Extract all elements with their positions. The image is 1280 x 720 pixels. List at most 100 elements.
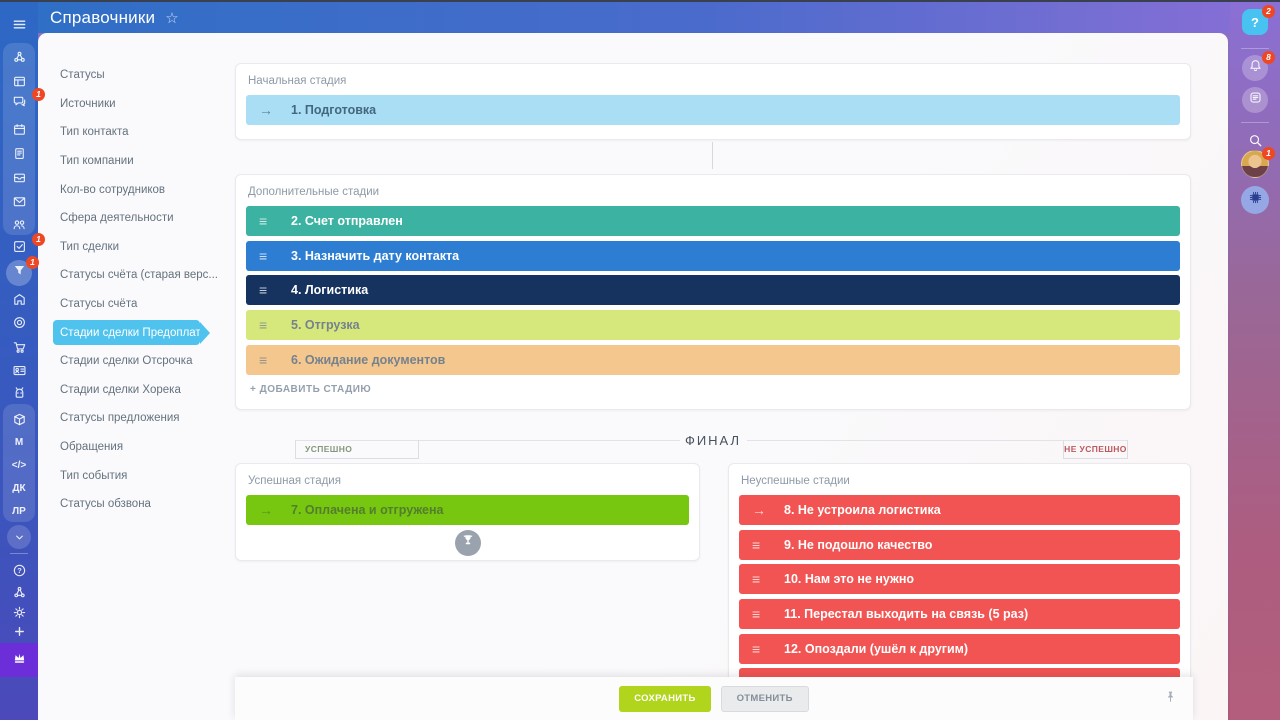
top-bar: Справочники ☆ xyxy=(0,2,1280,33)
stage-label: 9. Не подошло качество xyxy=(784,538,932,552)
stage-bar[interactable]: ≡ 12. Опоздали (ушёл к другим) xyxy=(739,634,1180,664)
drag-handle-icon[interactable]: ≡ xyxy=(259,248,279,264)
pin-icon[interactable] xyxy=(1164,689,1177,709)
stage-bar[interactable]: → 7. Оплачена и отгружена xyxy=(246,495,689,525)
add-stage-button[interactable]: + ДОБАВИТЬ СТАДИЮ xyxy=(250,384,371,395)
bell-icon xyxy=(1248,58,1263,78)
calendar-icon[interactable] xyxy=(0,117,38,141)
menu-item-label: Стадии сделки Предоплата xyxy=(60,327,207,339)
warehouse-icon[interactable] xyxy=(0,287,38,311)
menu-item-label: Обращения xyxy=(60,441,123,453)
menu-item[interactable]: Сфера деятельности xyxy=(53,204,200,233)
contacts-icon[interactable] xyxy=(0,212,38,236)
m-logo-icon[interactable]: M xyxy=(0,430,38,454)
chevron-glyph xyxy=(7,525,31,549)
help-badge: 2 xyxy=(1262,5,1275,18)
cart-icon[interactable] xyxy=(0,335,38,359)
stage-bar[interactable]: ≡ 6. Ожидание документов xyxy=(246,345,1180,375)
menu-item[interactable]: Обращения xyxy=(53,433,200,462)
board-icon[interactable] xyxy=(0,69,38,93)
chip-button[interactable] xyxy=(1230,188,1280,212)
menu-item-label: Тип события xyxy=(60,470,127,482)
tab-fail[interactable]: НЕ УСПЕШНО xyxy=(1063,440,1128,459)
rail-divider xyxy=(10,553,28,554)
crown-upgrade-button[interactable] xyxy=(0,643,38,677)
mail-icon[interactable] xyxy=(0,189,38,213)
menu-item[interactable]: Статусы xyxy=(53,61,200,90)
stage-bar[interactable]: ≡ 2. Счет отправлен xyxy=(246,206,1180,236)
menu-item[interactable]: Статусы счёта xyxy=(53,290,200,319)
menu-item[interactable]: Тип компании xyxy=(53,147,200,176)
stage-handle-icon[interactable]: → xyxy=(259,102,279,118)
menu-item-label: Тип контакта xyxy=(60,126,129,138)
stage-handle-icon[interactable]: → xyxy=(259,502,279,518)
stage-bar[interactable]: ≡ 4. Логистика xyxy=(246,275,1180,305)
stage-bar[interactable]: ≡ 10. Нам это не нужно xyxy=(739,564,1180,594)
menu-item[interactable]: Стадии сделки Отсрочка xyxy=(53,347,200,376)
drag-handle-icon[interactable]: ≡ xyxy=(752,606,772,622)
menu-item-label: Тип компании xyxy=(60,155,134,167)
package-icon[interactable] xyxy=(0,407,38,431)
menu-item[interactable]: Стадии сделки Предоплата xyxy=(53,320,200,345)
document-icon[interactable] xyxy=(0,141,38,165)
target-icon[interactable] xyxy=(0,310,38,334)
code-icon[interactable]: </> xyxy=(0,453,38,477)
dk-icon[interactable]: ДК xyxy=(0,476,38,500)
rail-divider xyxy=(1241,48,1269,49)
plus-icon[interactable] xyxy=(0,619,38,643)
help-button[interactable]: ?2 xyxy=(1230,10,1280,34)
drag-handle-icon[interactable]: ≡ xyxy=(259,213,279,229)
notifications-badge: 8 xyxy=(1262,51,1275,64)
drag-handle-icon[interactable]: ≡ xyxy=(752,641,772,657)
stage-bar[interactable]: ≡ 11. Перестал выходить на связь (5 раз) xyxy=(739,599,1180,629)
stage-bar[interactable]: → 8. Не устроила логистика xyxy=(739,495,1180,525)
drag-handle-icon[interactable]: ≡ xyxy=(259,352,279,368)
id-card-icon[interactable] xyxy=(0,358,38,382)
stage-connector-line xyxy=(712,142,713,169)
cancel-button[interactable]: ОТМЕНИТЬ xyxy=(721,686,809,712)
menu-item[interactable]: Статусы предложения xyxy=(53,404,200,433)
drag-handle-icon[interactable]: ≡ xyxy=(752,571,772,587)
menu-item-label: Стадии сделки Отсрочка xyxy=(60,355,192,367)
menu-item-label: Статусы предложения xyxy=(60,412,180,424)
card-title: Дополнительные стадии xyxy=(236,175,1190,206)
robot-icon[interactable] xyxy=(0,380,38,404)
stage-label: 2. Счет отправлен xyxy=(291,214,403,228)
stage-bar[interactable]: ≡ 3. Назначить дату контакта xyxy=(246,241,1180,271)
chip-icon xyxy=(1248,190,1263,210)
menu-item[interactable]: Кол-во сотрудников xyxy=(53,175,200,204)
menu-item[interactable]: Тип контакта xyxy=(53,118,200,147)
integrations-icon[interactable] xyxy=(0,45,38,69)
lr-icon[interactable]: ЛР xyxy=(0,499,38,523)
inbox-icon[interactable] xyxy=(0,165,38,189)
feed-button[interactable] xyxy=(1230,88,1280,112)
notifications-button[interactable]: 8 xyxy=(1230,56,1280,80)
card-title: Начальная стадия xyxy=(236,64,1190,95)
save-button[interactable]: СОХРАНИТЬ xyxy=(619,686,710,712)
drag-handle-icon[interactable]: → xyxy=(752,502,772,518)
help-rail-icon[interactable]: ? xyxy=(0,558,38,582)
messages-icon[interactable]: 1 xyxy=(0,92,38,116)
menu-item[interactable]: Статусы счёта (старая верс... xyxy=(53,261,200,290)
funnel-icon[interactable]: 1 xyxy=(0,261,38,285)
drag-handle-icon[interactable]: ≡ xyxy=(259,317,279,333)
menu-item-label: Тип сделки xyxy=(60,241,119,253)
stage-bar[interactable]: ≡ 9. Не подошло качество xyxy=(739,530,1180,560)
tab-success[interactable]: УСПЕШНО xyxy=(295,440,419,459)
filter-icon xyxy=(12,263,27,283)
menu-item[interactable]: Источники xyxy=(53,90,200,119)
drag-handle-icon[interactable]: ≡ xyxy=(259,282,279,298)
funnel-active-circle: 1 xyxy=(6,260,32,286)
page-title: Справочники xyxy=(50,8,155,28)
menu-item[interactable]: Статусы обзвона xyxy=(53,490,200,519)
favorite-star-icon[interactable]: ☆ xyxy=(165,9,178,27)
menu-item[interactable]: Тип сделки xyxy=(53,233,200,262)
chevron-down-icon[interactable] xyxy=(0,525,38,549)
stage-bar[interactable]: ≡ 5. Отгрузка xyxy=(246,310,1180,340)
menu-item[interactable]: Стадии сделки Хорека xyxy=(53,376,200,405)
menu-item[interactable]: Тип события xyxy=(53,461,200,490)
user-avatar[interactable]: 1 xyxy=(1230,152,1280,176)
drag-handle-icon[interactable]: ≡ xyxy=(752,537,772,553)
menu-burger-icon[interactable] xyxy=(0,12,38,36)
stage-bar[interactable]: → 1. Подготовка xyxy=(246,95,1180,125)
